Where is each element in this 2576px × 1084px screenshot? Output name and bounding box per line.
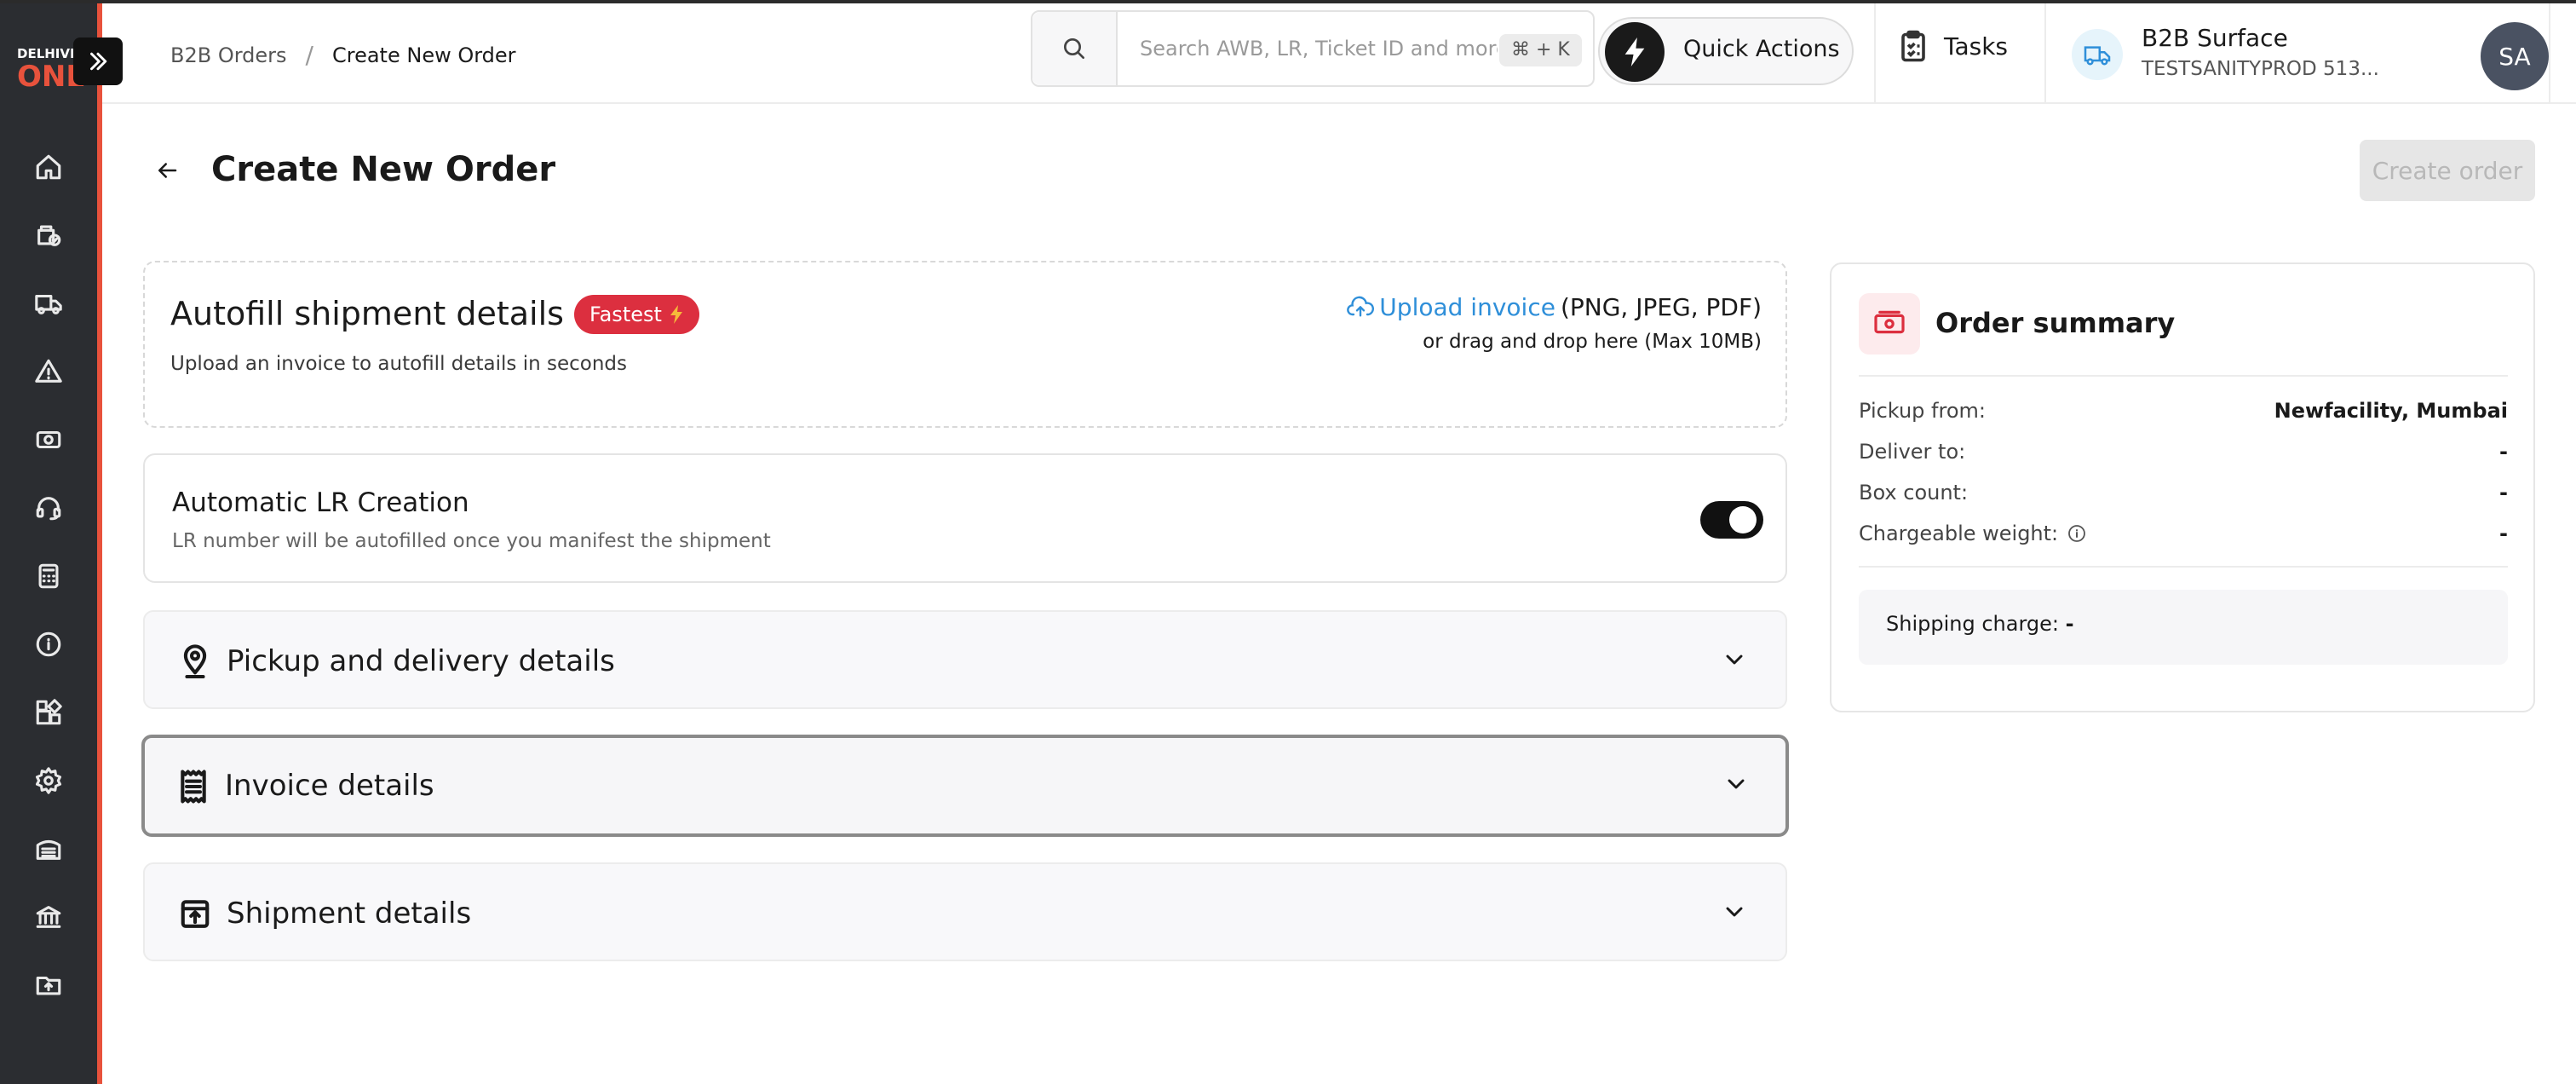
arrow-left-icon [158,163,177,178]
lightning-icon [670,305,682,324]
upload-invoice-link[interactable]: Upload invoice [1379,293,1555,321]
warning-icon[interactable] [28,351,69,392]
summary-value: - [2499,481,2508,505]
avatar[interactable]: SA [2481,22,2549,90]
info-icon[interactable] [2067,523,2087,544]
bank-icon[interactable] [28,897,69,937]
breadcrumb-separator: / [305,41,313,69]
search-input[interactable] [1140,32,1498,65]
search-icon[interactable] [1032,12,1118,85]
receipt-icon [174,765,213,808]
apps-icon[interactable] [28,692,69,733]
shipping-charge-box: Shipping charge: - [1859,590,2508,665]
fastest-badge-label: Fastest [589,303,662,326]
header-divider [2044,3,2046,104]
pickup-delivery-accordion[interactable]: Pickup and delivery details [143,610,1787,709]
summary-value: - [2499,440,2508,464]
account-subtitle: TESTSANITYPROD 513... [2142,58,2379,80]
summary-row-box-count: Box count: - [1859,481,2508,511]
auto-lr-card: Automatic LR Creation LR number will be … [143,453,1787,583]
pickup-delivery-title: Pickup and delivery details [227,644,615,678]
fastest-badge: Fastest [574,295,699,334]
logo-bottom-text: ONE [17,60,86,94]
header-divider [2549,3,2550,104]
create-order-button[interactable]: Create order [2360,140,2535,201]
money-icon [1859,293,1920,355]
divider [1859,566,2508,568]
chevron-down-icon [1728,779,1745,789]
sidebar: DELHIVERY ONE [0,3,97,1084]
summary-value: - [2499,522,2508,545]
cloud-upload-icon [1347,296,1375,317]
upload-invoice-row: Upload invoice (PNG, JPEG, PDF) [1347,293,1762,321]
global-search[interactable]: ⌘ + K [1031,10,1595,87]
tasks-label: Tasks [1944,32,2009,61]
summary-label: Pickup from: [1859,399,1986,423]
summary-label: Chargeable weight: [1859,522,2059,545]
shipping-charge-label: Shipping charge: [1886,612,2059,636]
account-switcher[interactable]: B2B Surface TESTSANITYPROD 513... [2072,17,2532,89]
summary-label: Deliver to: [1859,440,1966,464]
clipboard-icon [1901,30,1925,62]
page-title: Create New Order [211,150,556,189]
order-summary-title: Order summary [1935,307,2176,339]
summary-label: Box count: [1859,481,1969,505]
warehouse-icon[interactable] [28,828,69,869]
expand-sidebar-button[interactable] [73,37,123,85]
autofill-subtitle: Upload an invoice to autofill details in… [170,353,627,375]
upload-file-types: (PNG, JPEG, PDF) [1560,293,1762,321]
lightning-icon [1605,22,1665,82]
breadcrumb: B2B Orders / Create New Order [170,41,516,69]
breadcrumb-b2b-orders[interactable]: B2B Orders [170,43,287,67]
quick-actions-label: Quick Actions [1683,36,1840,62]
autofill-title: Autofill shipment details [170,295,564,332]
orders-check-icon[interactable] [28,215,69,256]
auto-lr-toggle[interactable] [1700,501,1763,539]
autofill-card[interactable]: Autofill shipment details Fastest Upload… [143,261,1787,428]
calculator-icon[interactable] [28,556,69,597]
chevron-down-icon [1726,654,1743,665]
support-headset-icon[interactable] [28,487,69,528]
back-button[interactable] [150,153,184,187]
info-icon[interactable] [28,624,69,665]
shipping-charge: Shipping charge: - [1886,612,2074,636]
chevron-down-icon [1726,907,1743,917]
top-header: B2B Orders / Create New Order ⌘ + K Quic… [102,3,2576,104]
order-summary-panel: Order summary Pickup from: Newfacility, … [1830,262,2535,712]
tasks-button[interactable]: Tasks [1898,29,2008,63]
summary-row-weight: Chargeable weight: - [1859,522,2508,552]
summary-value: Newfacility, Mumbai [2274,399,2508,423]
payments-icon[interactable] [28,419,69,460]
double-chevron-right-icon [90,52,107,71]
divider [1859,375,2508,377]
location-pin-icon [175,639,215,682]
toggle-knob [1729,506,1757,533]
search-shortcut-badge: ⌘ + K [1499,34,1582,66]
gear-icon[interactable] [28,760,69,801]
auto-lr-title: Automatic LR Creation [172,487,469,518]
summary-row-deliver: Deliver to: - [1859,440,2508,470]
auto-lr-subtitle: LR number will be autofilled once you ma… [172,530,771,552]
home-icon[interactable] [28,147,69,187]
invoice-details-title: Invoice details [225,769,434,803]
sidebar-accent-edge [97,3,102,1084]
truck-icon[interactable] [28,283,69,324]
brand-logo[interactable]: DELHIVERY ONE [17,46,97,97]
summary-row-pickup: Pickup from: Newfacility, Mumbai [1859,399,2508,430]
shipment-details-title: Shipment details [227,897,472,931]
breadcrumb-current: Create New Order [331,43,516,67]
account-title: B2B Surface [2142,24,2288,52]
summary-label-with-info: Chargeable weight: [1859,522,2087,545]
invoice-details-accordion[interactable]: Invoice details [141,735,1789,837]
folder-upload-icon[interactable] [28,965,69,1006]
upload-drag-hint: or drag and drop here (Max 10MB) [1423,331,1762,353]
shipping-charge-value: - [2065,612,2074,636]
box-upload-icon [175,891,215,934]
quick-actions-button[interactable]: Quick Actions [1598,17,1854,85]
header-divider [1874,3,1876,104]
truck-icon [2072,29,2123,80]
shipment-details-accordion[interactable]: Shipment details [143,862,1787,961]
